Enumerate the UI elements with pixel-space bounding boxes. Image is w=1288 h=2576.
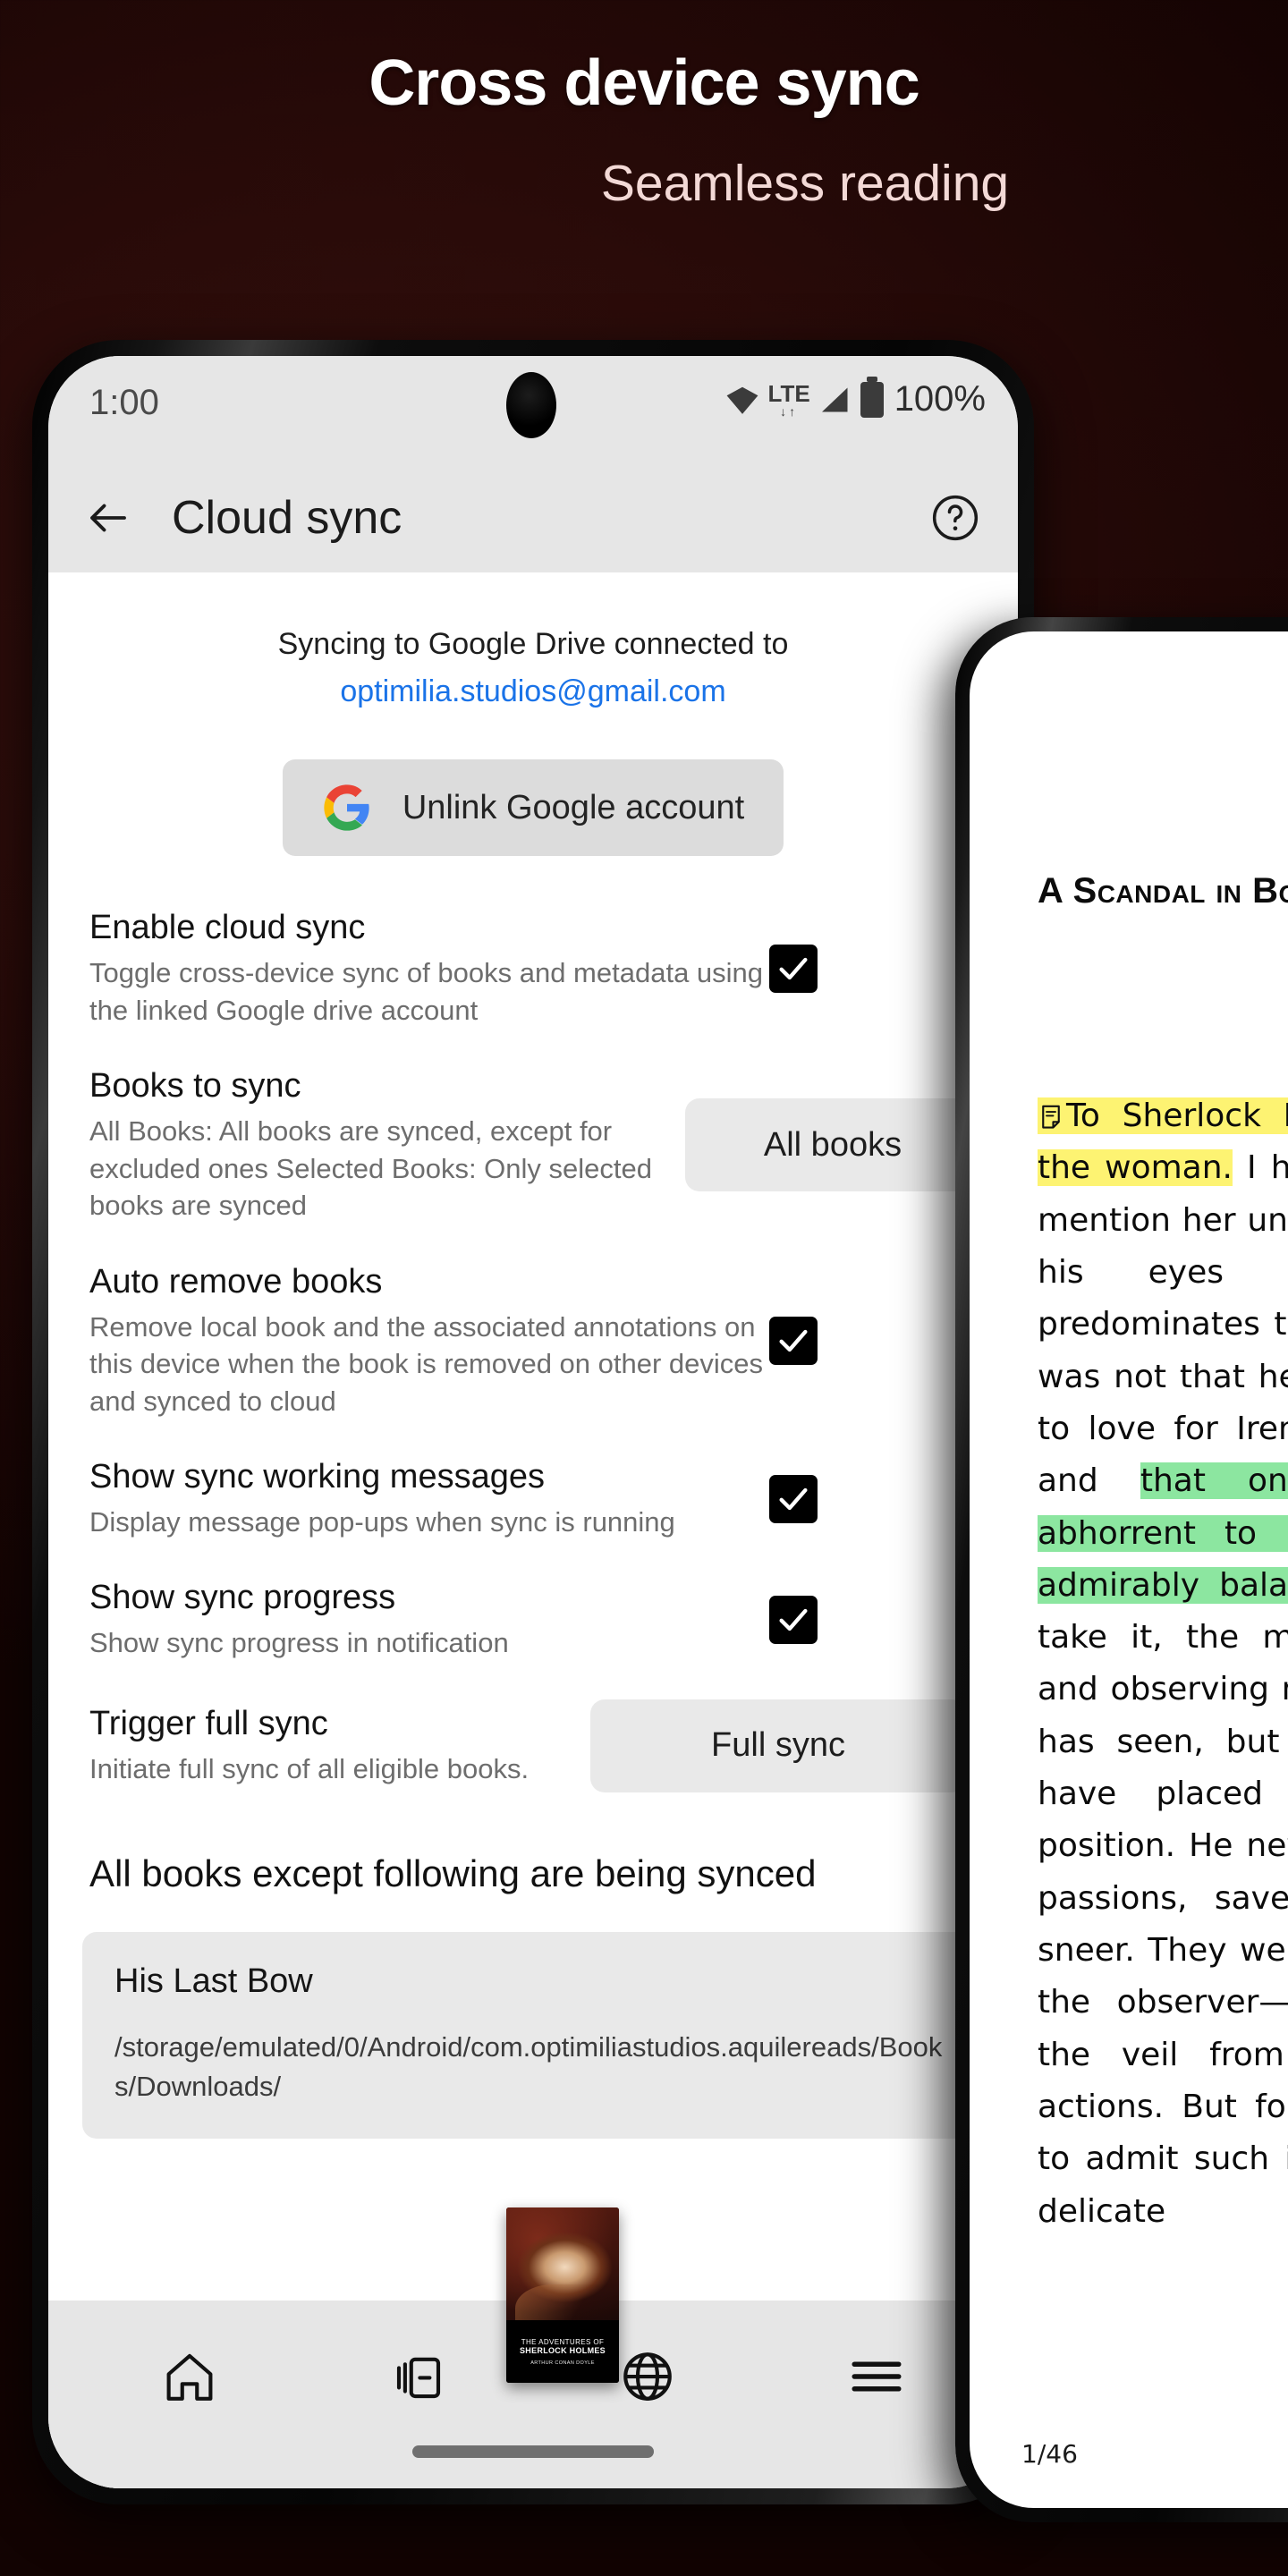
- note-icon[interactable]: [1038, 1103, 1064, 1130]
- phone-device-reader: A Scandal in Bohemia To Sherlock Holmes …: [955, 617, 1288, 2522]
- setting-title: Books to sync: [89, 1067, 301, 1106]
- setting-description: Show sync progress in notification: [89, 1627, 509, 1659]
- signal-icon: [821, 387, 848, 411]
- sync-status-text: Syncing to Google Drive connected to: [277, 627, 789, 661]
- setting-title: Auto remove books: [89, 1262, 383, 1301]
- setting-row-enable-cloud-sync[interactable]: Enable cloud sync Toggle cross-device sy…: [48, 908, 1018, 1029]
- checkbox-show-sync-progress[interactable]: [769, 1596, 818, 1645]
- setting-control: [769, 940, 830, 997]
- battery-icon: [860, 376, 884, 418]
- setting-row-show-sync-working-messages[interactable]: Show sync working messages Display messa…: [48, 1457, 1018, 1540]
- back-arrow-icon[interactable]: [84, 494, 132, 542]
- book-cover-line2: SHERLOCK HOLMES: [519, 2345, 606, 2355]
- lte-icon: LTE ↓↑: [767, 379, 810, 419]
- setting-description: Toggle cross-device sync of books and me…: [89, 957, 764, 1026]
- settings-content: Syncing to Google Drive connected to opt…: [48, 572, 1018, 2488]
- settings-list: Enable cloud sync Toggle cross-device sy…: [48, 856, 1018, 1792]
- setting-title: Enable cloud sync: [89, 909, 366, 947]
- check-icon: [779, 1608, 808, 1631]
- phone1-screen: 1:00 LTE ↓↑ 100% Cloud sync Syncing to G…: [48, 356, 1018, 2488]
- setting-description: Initiate full sync of all eligible books…: [89, 1752, 530, 1784]
- setting-description: All Books: All books are synced, except …: [89, 1115, 652, 1222]
- wifi-icon: [726, 386, 758, 414]
- status-bar-icons: LTE ↓↑ 100%: [725, 376, 986, 419]
- book-cover-line1: THE ADVENTURES OF: [521, 2337, 605, 2346]
- status-bar: 1:00 LTE ↓↑ 100%: [48, 356, 1018, 463]
- library-icon[interactable]: [389, 2347, 448, 2406]
- book-cover-author: ARTHUR CONAN DOYLE: [530, 2360, 595, 2366]
- paragraph-part3: He was, I take it, the most perfect reas…: [1038, 1619, 1288, 2230]
- book-cover-text: THE ADVENTURES OF SHERLOCK HOLMES ARTHUR…: [506, 2320, 619, 2383]
- check-icon: [779, 1487, 808, 1510]
- promo-subtitle: Seamless reading: [600, 155, 1010, 212]
- setting-control: All books: [685, 1098, 980, 1192]
- checkbox-show-sync-working-messages[interactable]: [769, 1474, 818, 1523]
- page-title: Cloud sync: [172, 492, 402, 544]
- check-icon: [779, 957, 808, 979]
- books-to-sync-select[interactable]: All books: [685, 1098, 980, 1192]
- camera-punch-hole: [506, 372, 556, 438]
- phone-device-settings: 1:00 LTE ↓↑ 100% Cloud sync Syncing to G…: [32, 340, 1034, 2504]
- setting-description: Remove local book and the associated ann…: [89, 1310, 764, 1417]
- google-logo-icon: [324, 784, 369, 832]
- menu-icon[interactable]: [847, 2347, 906, 2406]
- checkbox-enable-cloud-sync[interactable]: [769, 944, 818, 993]
- setting-text: Trigger full sync Initiate full sync of …: [89, 1704, 590, 1787]
- gesture-handle[interactable]: [412, 2445, 654, 2458]
- home-icon[interactable]: [160, 2347, 219, 2406]
- promo-banner: Cross device sync Seamless reading: [0, 0, 1288, 322]
- setting-control: [769, 1312, 830, 1369]
- book-title: His Last Bow: [114, 1962, 313, 2001]
- setting-row-books-to-sync[interactable]: Books to sync All Books: All books are s…: [48, 1066, 1018, 1224]
- phone2-screen: A Scandal in Bohemia To Sherlock Holmes …: [970, 631, 1288, 2508]
- page-indicator: 1/46: [1021, 2439, 1078, 2469]
- sync-status-line: Syncing to Google Drive connected to opt…: [48, 572, 1018, 715]
- paragraph-part2: I have seldom heard him mention her unde…: [1038, 1149, 1288, 1500]
- help-icon[interactable]: [930, 493, 980, 543]
- setting-text: Enable cloud sync Toggle cross-device sy…: [89, 908, 769, 1029]
- setting-text: Auto remove books Remove local book and …: [89, 1262, 769, 1419]
- sync-account-email[interactable]: optimilia.studios@gmail.com: [340, 674, 725, 708]
- setting-description: Display message pop-ups when sync is run…: [89, 1505, 675, 1538]
- chapter-title: A Scandal in Bohemia: [1038, 871, 1288, 911]
- status-bar-time: 1:00: [89, 383, 159, 422]
- floating-book-cover[interactable]: THE ADVENTURES OF SHERLOCK HOLMES ARTHUR…: [506, 2207, 619, 2383]
- unlink-google-account-button[interactable]: Unlink Google account: [283, 759, 784, 857]
- full-sync-button[interactable]: Full sync: [590, 1699, 966, 1792]
- setting-text: Books to sync All Books: All books are s…: [89, 1066, 685, 1224]
- globe-icon[interactable]: [618, 2347, 677, 2406]
- setting-control: [769, 1470, 830, 1528]
- setting-row-trigger-full-sync[interactable]: Trigger full sync Initiate full sync of …: [48, 1699, 1018, 1792]
- excluded-books-heading: All books except following are being syn…: [89, 1852, 817, 1894]
- reader-paragraph[interactable]: To Sherlock Holmes she is always the wom…: [1038, 1090, 1288, 2238]
- setting-control: Full sync: [590, 1699, 966, 1792]
- battery-percent: 100%: [894, 379, 986, 419]
- setting-title: Show sync progress: [89, 1579, 396, 1617]
- book-path: /storage/emulated/0/Android/com.optimili…: [114, 2031, 943, 2103]
- setting-control: [769, 1591, 830, 1648]
- setting-row-auto-remove-books[interactable]: Auto remove books Remove local book and …: [48, 1262, 1018, 1419]
- reader-view: A Scandal in Bohemia To Sherlock Holmes …: [970, 631, 1288, 2508]
- setting-text: Show sync working messages Display messa…: [89, 1457, 769, 1540]
- checkbox-auto-remove-books[interactable]: [769, 1316, 818, 1365]
- app-bar: Cloud sync: [48, 463, 1018, 572]
- setting-title: Show sync working messages: [89, 1458, 545, 1496]
- setting-text: Show sync progress Show sync progress in…: [89, 1578, 769, 1661]
- setting-row-show-sync-progress[interactable]: Show sync progress Show sync progress in…: [48, 1578, 1018, 1661]
- check-icon: [779, 1329, 808, 1352]
- unlink-button-label: Unlink Google account: [402, 788, 745, 826]
- promo-title: Cross device sync: [369, 47, 919, 119]
- excluded-book-card[interactable]: His Last Bow /storage/emulated/0/Android…: [82, 1932, 984, 2140]
- setting-title: Trigger full sync: [89, 1705, 328, 1743]
